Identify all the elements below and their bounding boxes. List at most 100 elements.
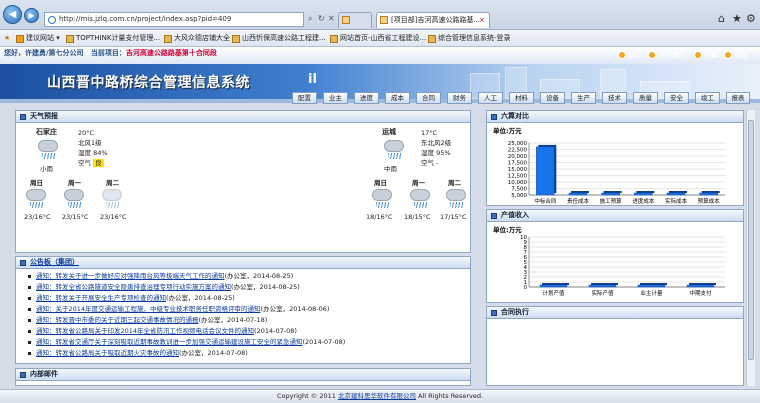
y-tick-label: 10,000 bbox=[508, 180, 528, 186]
search-icon[interactable]: ⌕ bbox=[308, 14, 312, 24]
notice-item[interactable]: 通知：转发全省公路隧道安全隐患排查治理专项行动实施方案的通知(办公室，2014-… bbox=[28, 283, 300, 292]
panel-header: 六算对比 bbox=[487, 111, 743, 123]
wind: 北风1级 bbox=[78, 139, 102, 147]
notice-link[interactable]: 通知：转发省交通厅关于深刻吸取近期事故教训进一步加强交通运输建设施工安全的紧急通… bbox=[36, 338, 303, 346]
forecast-temp: 23/16°C bbox=[100, 213, 127, 221]
bar bbox=[637, 284, 666, 288]
notice-link[interactable]: 通知：转发省公路局关于印发2014年全省防汛工作视频电话会议文件的通知 bbox=[36, 327, 254, 335]
notice-item[interactable]: 通知：转发省公路局关于吸取近期火灾事故的通知(办公室，2014-07-08) bbox=[28, 349, 248, 358]
air-quality: 空气 良 bbox=[78, 159, 104, 168]
menu-item-contract[interactable]: 合同 bbox=[416, 92, 441, 104]
notice-link[interactable]: 通知：转发关于进一步做好应对强降雨台风等极端天气工作的通知 bbox=[36, 272, 225, 280]
menu-item-safety[interactable]: 安全 bbox=[664, 92, 689, 104]
bar-shadow bbox=[701, 191, 720, 193]
panel-header: 产值收入 bbox=[487, 210, 743, 222]
bar-shadow bbox=[591, 283, 618, 285]
bar bbox=[634, 192, 653, 196]
forward-button[interactable]: ▶ bbox=[24, 8, 39, 23]
toplink-help[interactable]: 帮助 bbox=[694, 50, 718, 60]
notice-link[interactable]: 通知：关于2014年度交通运输工程施、中级专业技术职务任职资格评审的通知 bbox=[36, 305, 261, 313]
notice-item[interactable]: 通知：转发省交通厅关于深刻吸取近期事故教训进一步加强交通运输建设施工安全的紧急通… bbox=[27, 338, 345, 347]
tab-close-icon[interactable]: × bbox=[479, 13, 485, 28]
favorites-bar: ★ 建议网站 ▾ TOPTHINK计量支付管理... 大风众德店铺大全 山西忻保… bbox=[0, 30, 760, 47]
menu-item-config[interactable]: 配置 bbox=[292, 92, 317, 104]
address-bar[interactable]: http://mis.jzlq.com.cn/project/index.asp… bbox=[44, 12, 304, 27]
toplink-label: 退出 bbox=[734, 51, 748, 59]
notice-link[interactable]: 通知：转发关于开展安全生产专项检查的通知 bbox=[36, 294, 166, 302]
forecast-day: 周一 bbox=[412, 179, 425, 187]
menu-item-owner[interactable]: 业主 bbox=[323, 92, 348, 104]
menu-item-production[interactable]: 生产 bbox=[571, 92, 596, 104]
gear-icon[interactable]: ⚙ bbox=[746, 12, 756, 25]
notice-item[interactable]: 通知：转发省公路局关于印发2014年全省防汛工作视频电话会议文件的通知(2014… bbox=[28, 327, 297, 336]
footer: Copyright © 2011 北京建科思华软件有限公司 All Rights… bbox=[0, 389, 760, 403]
home-icon[interactable]: ⌂ bbox=[718, 12, 725, 25]
menu-item-technology[interactable]: 技术 bbox=[602, 92, 627, 104]
toplink-label: 帮助 bbox=[704, 51, 718, 59]
favorite-link[interactable]: 网站首页-山西省工程建设... bbox=[330, 33, 426, 44]
favorite-link[interactable]: 大风众德店铺大全 bbox=[164, 33, 230, 44]
scrollbar-thumb[interactable] bbox=[748, 120, 754, 360]
panel-header: 天气预报 bbox=[16, 111, 470, 123]
notice-item[interactable]: 通知：转发关于进一步做好应对强降雨台风等极端天气工作的通知(办公室，2014-0… bbox=[27, 272, 293, 281]
city-name: 运城 bbox=[382, 128, 396, 136]
notice-panel: 公告板（集团） 通知：转发关于进一步做好应对强降雨台风等极端天气工作的通知(办公… bbox=[15, 256, 471, 364]
bar-shadow bbox=[689, 283, 716, 285]
panel-title: 产值收入 bbox=[501, 211, 529, 219]
notice-link[interactable]: 通知：转发全省公路隧道安全隐患排查治理专项行动实施方案的通知 bbox=[36, 283, 231, 291]
menu-item-labor[interactable]: 人工 bbox=[478, 92, 503, 104]
toplink-label: 项目首页 bbox=[658, 51, 686, 59]
notice-item[interactable]: 通知：转发晋中市委的关于近期三起交通事故情况的通报(办公室，2014-07-18… bbox=[27, 316, 267, 325]
notice-link[interactable]: 通知：转发省公路局关于吸取近期火灾事故的通知 bbox=[36, 349, 179, 357]
bar bbox=[699, 192, 718, 196]
tab-active[interactable]: [项目部]吉河高速公路路基... × bbox=[376, 12, 490, 28]
menu-item-equipment[interactable]: 设备 bbox=[540, 92, 565, 104]
refresh-icon[interactable]: ↻ bbox=[318, 14, 325, 23]
favorite-link[interactable]: 山西忻保高速公路工程建... bbox=[232, 33, 326, 44]
notice-source: (办公室，2014-08-25) bbox=[166, 294, 235, 302]
menu-item-material[interactable]: 材料 bbox=[509, 92, 534, 104]
menu-item-reports[interactable]: 报表 bbox=[726, 92, 750, 104]
notice-source: (办公室，2014-08-06) bbox=[260, 305, 330, 313]
notice-link[interactable]: 通知：转发晋中市委的关于近期三起交通事故情况的通报 bbox=[36, 316, 199, 324]
x-tick-label: 预算成本 bbox=[698, 197, 721, 205]
output-panel: 产值收入 单位:万元 10 9 8 7 6 5 4 3 2 1 0 计划产值 实际产值 业主计量 中期支付 bbox=[486, 209, 744, 303]
system-title-suffix: il bbox=[308, 72, 317, 87]
bar-shadow bbox=[669, 191, 687, 193]
air-value: 良 bbox=[93, 159, 104, 167]
bar bbox=[601, 192, 620, 196]
menu-item-progress[interactable]: 进度 bbox=[354, 92, 379, 104]
panel-title: 合同执行 bbox=[501, 308, 529, 316]
notice-item[interactable]: 通知：关于2014年度交通运输工程施、中级专业技术职务任职资格评审的通知(办公室… bbox=[27, 305, 330, 314]
forecast-temp: 23/15°C bbox=[62, 213, 89, 221]
bar bbox=[686, 284, 715, 288]
panel-title: 内部邮件 bbox=[30, 370, 58, 378]
panel-icon bbox=[491, 310, 497, 316]
notice-source: (办公室，2014-08-25) bbox=[231, 283, 300, 291]
toplink-logout[interactable]: 退出 bbox=[724, 50, 748, 60]
favorite-link[interactable]: 建议网站 ▾ bbox=[16, 33, 60, 44]
panel-header: 合同执行 bbox=[487, 307, 743, 319]
page-scrollbar[interactable] bbox=[746, 110, 755, 386]
favorite-link[interactable]: 综合管理信息系统-登录 bbox=[428, 33, 511, 44]
menu-item-quality[interactable]: 质量 bbox=[633, 92, 658, 104]
panel-icon bbox=[20, 260, 26, 266]
favorite-link[interactable]: TOPTHINK计量支付管理... bbox=[66, 33, 160, 44]
air-quality: 空气 - bbox=[421, 159, 438, 168]
forecast-day: 周日 bbox=[374, 179, 387, 187]
menu-item-completion[interactable]: 竣工 bbox=[695, 92, 720, 104]
tab-inactive[interactable] bbox=[338, 12, 372, 28]
close-icon[interactable]: ✕ bbox=[328, 14, 335, 23]
favorites-star-icon[interactable]: ★ bbox=[4, 33, 10, 44]
menu-item-cost[interactable]: 成本 bbox=[385, 92, 410, 104]
favorite-label: 网站首页-山西省工程建设... bbox=[340, 34, 427, 42]
budget-panel: 六算对比 单位:万元 25,000 22,500 20,000 17,500 15,000… bbox=[486, 110, 744, 206]
notice-item[interactable]: 通知：转发关于开展安全生产专项检查的通知(办公室，2014-08-25) bbox=[28, 294, 235, 303]
back-button[interactable]: ◀ bbox=[3, 5, 22, 24]
company-link[interactable]: 北京建科思华软件有限公司 bbox=[338, 392, 416, 400]
toplink-project-home[interactable]: 项目首页 bbox=[648, 50, 686, 60]
menu-item-finance[interactable]: 财务 bbox=[447, 92, 472, 104]
favorite-label: TOPTHINK计量支付管理... bbox=[76, 34, 161, 42]
favorites-star-icon[interactable]: ★ bbox=[732, 12, 742, 25]
toplink-home[interactable]: 首页 bbox=[618, 50, 642, 60]
